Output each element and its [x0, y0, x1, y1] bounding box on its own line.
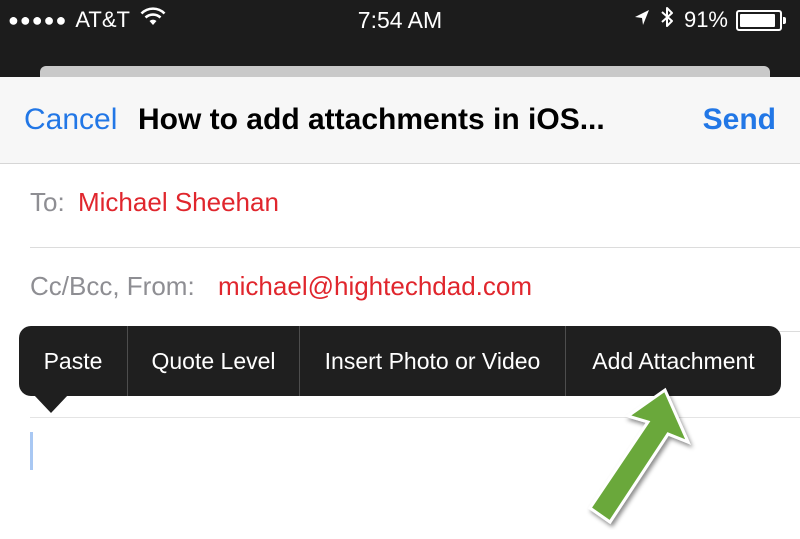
insert-photo-video-menu-item[interactable]: Insert Photo or Video: [300, 326, 565, 396]
to-recipient[interactable]: Michael Sheehan: [78, 187, 279, 218]
cc-bcc-from-field[interactable]: Cc/Bcc, From: michael@hightechdad.com: [30, 247, 800, 332]
paste-menu-item[interactable]: Paste: [19, 326, 127, 396]
bluetooth-icon: [660, 6, 674, 34]
battery-percent: 91%: [683, 7, 728, 32]
status-bar-right: 91%: [634, 6, 786, 34]
battery-icon: [736, 9, 786, 31]
cancel-button[interactable]: Cancel: [24, 103, 117, 137]
send-button[interactable]: Send: [703, 103, 776, 137]
quote-level-menu-item[interactable]: Quote Level: [128, 326, 299, 396]
to-field[interactable]: To: Michael Sheehan: [30, 163, 800, 248]
compose-title: How to add attachments in iOS...: [138, 103, 605, 136]
location-icon: [634, 7, 650, 33]
battery-level: [740, 13, 775, 27]
green-arrow-icon: [587, 387, 691, 525]
from-address[interactable]: michael@hightechdad.com: [218, 271, 532, 302]
compose-nav-bar: Cancel How to add attachments in iOS... …: [0, 77, 800, 164]
to-label: To:: [30, 187, 65, 217]
cc-bcc-from-label: Cc/Bcc, From:: [30, 271, 195, 301]
text-cursor: [30, 432, 33, 470]
edit-menu-pointer: [34, 395, 68, 413]
